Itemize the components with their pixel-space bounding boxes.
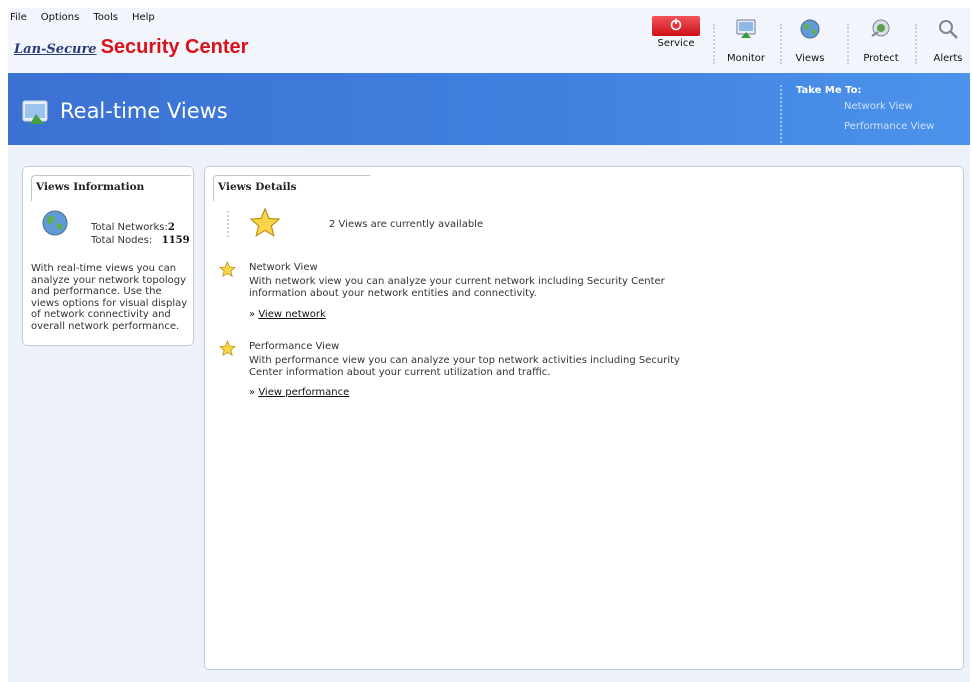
protect-label: Protect (863, 53, 899, 64)
take-me-to-divider (780, 85, 782, 143)
view-performance-row: » View performance (249, 387, 349, 398)
monitor-label: Monitor (726, 53, 765, 64)
views-label: Views (795, 53, 825, 64)
chevron-right-icon: » (249, 309, 256, 320)
brand-prefix: Lan-Secure (14, 42, 97, 57)
views-details-title: Views Details (213, 175, 370, 201)
alerts-icon (937, 18, 959, 43)
views-page-icon (22, 100, 50, 129)
protect-icon (869, 18, 893, 43)
top-bar: File Options Tools Help Lan-Secure Securi… (8, 8, 970, 73)
monitor-button[interactable]: Monitor (724, 8, 768, 73)
performance-view-item: Performance View With performance view y… (219, 340, 699, 405)
globe-icon (799, 18, 821, 43)
page-header: Real-time Views Take Me To: Network View… (8, 73, 970, 145)
network-view-item: Network View With network view you can a… (219, 261, 699, 326)
protect-button[interactable]: Protect (858, 8, 904, 73)
network-view-link[interactable]: Network View (844, 101, 913, 112)
performance-view-name: Performance View (249, 341, 340, 352)
toolbar-divider (713, 24, 715, 64)
menu-bar: File Options Tools Help (10, 12, 155, 23)
availability-text: 2 Views are currently available (329, 219, 484, 230)
view-network-row: » View network (249, 309, 326, 320)
views-details-panel: Views Details 2 Views are currently avai… (204, 166, 964, 670)
globe-icon (41, 209, 69, 240)
view-network-link[interactable]: View network (258, 309, 326, 320)
star-icon (219, 340, 236, 360)
toolbar-divider (847, 24, 849, 64)
menu-options[interactable]: Options (41, 12, 80, 23)
toolbar-divider (915, 24, 917, 64)
total-networks-label: Total Networks: (91, 222, 168, 233)
views-information-panel: Views Information Total Networks:2 Total… (22, 166, 194, 346)
service-button[interactable]: Service (646, 8, 706, 73)
star-icon (249, 207, 281, 242)
app-logo: Lan-Secure Security Center (14, 36, 248, 59)
menu-file[interactable]: File (10, 12, 27, 23)
availability-divider (227, 211, 229, 237)
star-icon (219, 261, 236, 281)
service-label: Service (657, 38, 695, 49)
views-information-text: With real-time views you can analyze you… (31, 263, 188, 332)
views-button[interactable]: Views (790, 8, 830, 73)
power-icon (652, 16, 700, 36)
menu-help[interactable]: Help (132, 12, 155, 23)
performance-view-link[interactable]: Performance View (844, 121, 934, 132)
view-performance-link[interactable]: View performance (258, 387, 349, 398)
menu-tools[interactable]: Tools (93, 12, 118, 23)
brand-name: Security Center (100, 36, 249, 58)
app-window: File Options Tools Help Lan-Secure Securi… (8, 8, 970, 682)
network-view-description: With network view you can analyze your c… (249, 276, 665, 299)
views-information-title: Views Information (31, 175, 191, 201)
alerts-label: Alerts (933, 53, 963, 64)
page-title: Real-time Views (60, 99, 228, 123)
network-view-name: Network View (249, 262, 318, 273)
chevron-right-icon: » (249, 387, 256, 398)
toolbar-divider (780, 24, 782, 64)
total-networks-value: 2 (167, 222, 175, 233)
take-me-to-heading: Take Me To: (796, 85, 862, 96)
total-nodes-label: Total Nodes: (91, 235, 153, 246)
alerts-button[interactable]: Alerts (928, 8, 968, 73)
views-stats: Total Networks:2 Total Nodes: 1159 (91, 221, 190, 247)
performance-view-description: With performance view you can analyze yo… (249, 355, 680, 378)
monitor-icon (735, 18, 757, 43)
total-nodes-value: 1159 (161, 235, 190, 246)
